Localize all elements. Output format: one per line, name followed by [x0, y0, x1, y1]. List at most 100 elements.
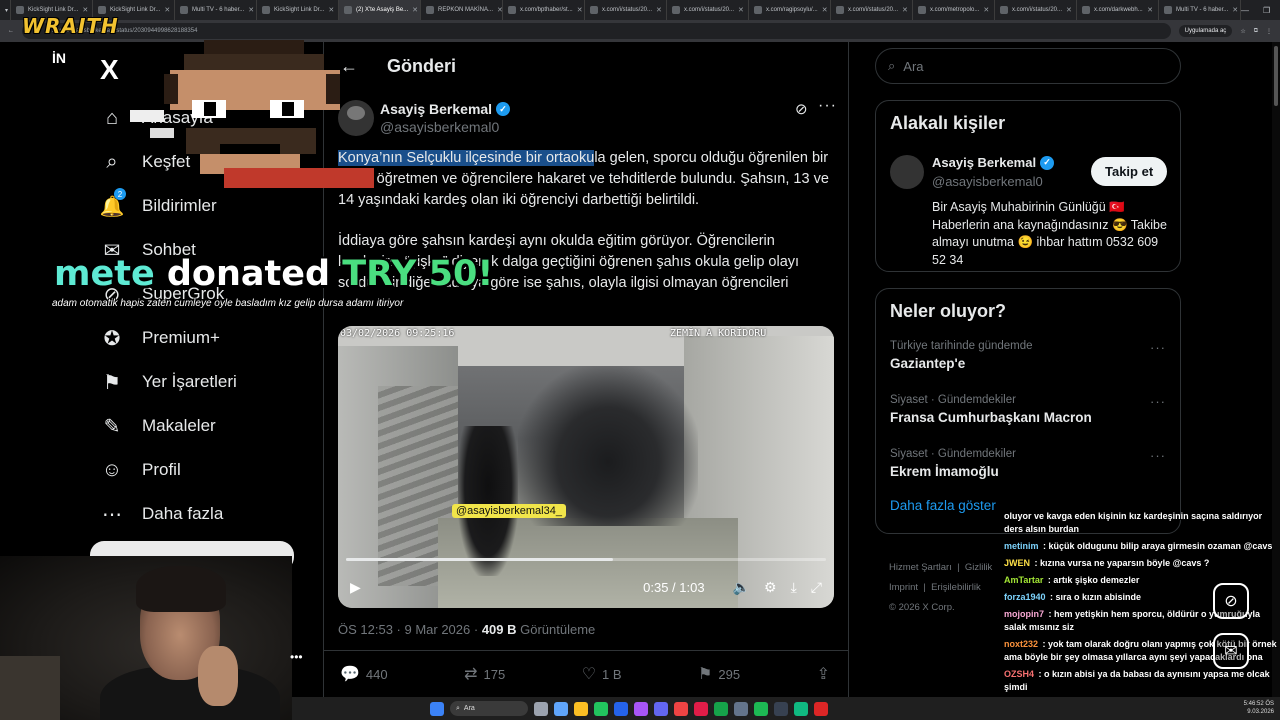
x-logo[interactable]: X — [100, 54, 119, 86]
browser-tab[interactable]: x.com/i/status/20... ✕ — [667, 0, 749, 20]
pip-icon[interactable]: ⤓ — [791, 579, 797, 596]
close-tab-icon[interactable]: ✕ — [577, 6, 583, 14]
trend-item[interactable]: Türkiye tarihinde gündemde Gaziantep'e ··· — [876, 336, 1180, 390]
related-name[interactable]: Asayiş Berkemal — [932, 155, 1036, 170]
browser-tab[interactable]: KickSight Link Dr... ✕ — [257, 0, 339, 20]
nav-item-bildirimler[interactable]: 🔔 2 Bildirimler — [100, 184, 237, 228]
back-nav-icon[interactable]: ← — [8, 28, 14, 34]
like-button[interactable]: ♡ 1 B — [582, 664, 622, 684]
open-in-app-button[interactable]: Uygulamada aç — [1178, 25, 1233, 37]
tab-menu-button[interactable]: ▾ — [0, 0, 11, 20]
close-tab-icon[interactable]: ✕ — [412, 6, 418, 14]
app-icon[interactable] — [614, 701, 628, 716]
url-field[interactable]: x.com/asayisberkemal0/status/20309449986… — [22, 23, 1171, 39]
cam-more-icon[interactable]: ••• — [290, 650, 303, 664]
close-tab-icon[interactable]: ✕ — [983, 6, 989, 14]
browser-tab[interactable]: x.com/i/status/20... ✕ — [831, 0, 913, 20]
footer-accessibility[interactable]: Erişilebilirlik — [931, 582, 981, 593]
browser-tab[interactable]: x.com/bpthaber/st... ✕ — [503, 0, 585, 20]
share-button[interactable]: ⇪ — [817, 664, 830, 684]
nav-item-daha-fazla[interactable]: ⋯ Daha fazla — [100, 492, 237, 536]
browser-tab[interactable]: x.com/metropolo... ✕ — [913, 0, 995, 20]
more-options-icon[interactable]: ··· — [818, 97, 837, 115]
close-tab-icon[interactable]: ✕ — [497, 6, 502, 14]
nav-item-profil[interactable]: ☺ Profil — [100, 448, 237, 492]
widget-icon[interactable] — [534, 701, 548, 716]
taskbar-search[interactable]: ⌕ Ara — [450, 701, 528, 716]
footer-privacy[interactable]: Gizlilik — [965, 562, 992, 573]
app-icon[interactable] — [814, 701, 828, 716]
spotify-icon[interactable] — [754, 701, 768, 716]
browser-tab[interactable]: Multi TV - 6 haber... ✕ — [175, 0, 257, 20]
chat-username[interactable]: mojopin7 — [1004, 609, 1044, 619]
close-tab-icon[interactable]: ✕ — [1232, 6, 1238, 14]
browser-tab[interactable]: x.com/ragipsoylu/... ✕ — [749, 0, 831, 20]
chat-username[interactable]: metinim — [1004, 541, 1039, 551]
grok-icon[interactable]: ⊘ — [1213, 583, 1249, 619]
post-video[interactable]: 03/02/2026 09:25:16 ZEMİN A KORİDORU @as… — [338, 326, 834, 608]
author-handle[interactable]: @asayisberkemal0 — [380, 119, 510, 135]
close-tab-icon[interactable]: ✕ — [822, 6, 828, 14]
close-tab-icon[interactable]: ✕ — [164, 6, 170, 14]
close-tab-icon[interactable]: ✕ — [1066, 6, 1072, 14]
repost-button[interactable]: ⇄ 175 — [464, 664, 505, 684]
trend-item[interactable]: Siyaset · Gündemdekiler Ekrem İmamoğlu ··· — [876, 444, 1180, 498]
video-progress-bar[interactable] — [346, 558, 826, 561]
start-icon[interactable] — [430, 701, 444, 716]
chrome-icon[interactable] — [594, 701, 608, 716]
post-time[interactable]: ÖS 12:53 · 9 Mar 2026 · — [338, 622, 478, 637]
grok-icon[interactable]: ⊘ — [795, 100, 808, 118]
settings-icon[interactable]: ⚙ — [764, 579, 777, 596]
system-clock[interactable]: 5:46:52 ÖS 9.03.2026 — [1244, 700, 1274, 716]
app-icon[interactable] — [674, 701, 688, 716]
app-icon[interactable] — [714, 701, 728, 716]
close-tab-icon[interactable]: ✕ — [738, 6, 744, 14]
menu-icon[interactable]: ⋮ — [1266, 28, 1272, 35]
search-input[interactable]: ⌕ Ara — [875, 48, 1181, 84]
close-tab-icon[interactable]: ✕ — [656, 6, 662, 14]
scrollbar-thumb[interactable] — [1274, 46, 1278, 106]
play-icon[interactable]: ▶ — [350, 579, 361, 596]
app-icon[interactable] — [774, 701, 788, 716]
nav-item-makaleler[interactable]: ✎ Makaleler — [100, 404, 237, 448]
author-name[interactable]: Asayiş Berkemal — [380, 101, 492, 117]
chat-username[interactable]: OZSH4 — [1004, 669, 1034, 679]
maximize-icon[interactable]: ❐ — [1263, 6, 1270, 15]
browser-tab[interactable]: (2) X'te Asayiş Be... ✕ — [339, 0, 421, 20]
browser-tab[interactable]: x.com/i/status/20... ✕ — [995, 0, 1077, 20]
bookmark-button[interactable]: ⚑ 295 — [698, 664, 740, 684]
volume-icon[interactable]: 🔈 — [733, 579, 750, 596]
nav-item-yer-i-aretleri[interactable]: ⚑ Yer İşaretleri — [100, 360, 237, 404]
browser-tab[interactable]: REPKON MAKİNA... ✕ — [421, 0, 503, 20]
close-tab-icon[interactable]: ✕ — [902, 6, 908, 14]
trend-more-icon[interactable]: ··· — [1150, 448, 1166, 463]
discord-icon[interactable] — [654, 701, 668, 716]
browser-tab[interactable]: x.com/i/status/20... ✕ — [585, 0, 667, 20]
related-avatar[interactable] — [890, 155, 924, 189]
browser-tab[interactable]: Multi TV - 6 haber... ✕ — [1159, 0, 1241, 20]
chat-username[interactable]: noxt232 — [1004, 639, 1038, 649]
close-tab-icon[interactable]: ✕ — [82, 6, 88, 14]
mail-icon[interactable]: ✉ — [1213, 633, 1249, 669]
minimize-icon[interactable]: — — [1241, 6, 1249, 15]
reply-button[interactable]: 💬 440 — [340, 664, 388, 684]
app-icon[interactable] — [694, 701, 708, 716]
trend-item[interactable]: Siyaset · Gündemdekiler Fransa Cumhurbaşk… — [876, 390, 1180, 444]
trend-more-icon[interactable]: ··· — [1150, 394, 1166, 409]
star-icon[interactable]: ☆ — [1240, 28, 1245, 35]
app-icon[interactable] — [734, 701, 748, 716]
trend-more-icon[interactable]: ··· — [1150, 340, 1166, 355]
folder-icon[interactable] — [574, 701, 588, 716]
chat-username[interactable]: AmTartar — [1004, 575, 1043, 585]
footer-terms[interactable]: Hizmet Şartları — [889, 562, 952, 573]
app-icon[interactable] — [634, 701, 648, 716]
fullscreen-icon[interactable]: ⤢ — [811, 579, 822, 596]
chat-username[interactable]: forza1940 — [1004, 592, 1046, 602]
related-handle[interactable]: @asayisberkemal0 — [932, 174, 1043, 189]
close-tab-icon[interactable]: ✕ — [328, 6, 334, 14]
chat-username[interactable]: JWEN — [1004, 558, 1030, 568]
app-icon[interactable] — [554, 701, 568, 716]
app-icon[interactable] — [794, 701, 808, 716]
close-tab-icon[interactable]: ✕ — [1147, 6, 1153, 14]
follow-button[interactable]: Takip et — [1091, 157, 1168, 186]
